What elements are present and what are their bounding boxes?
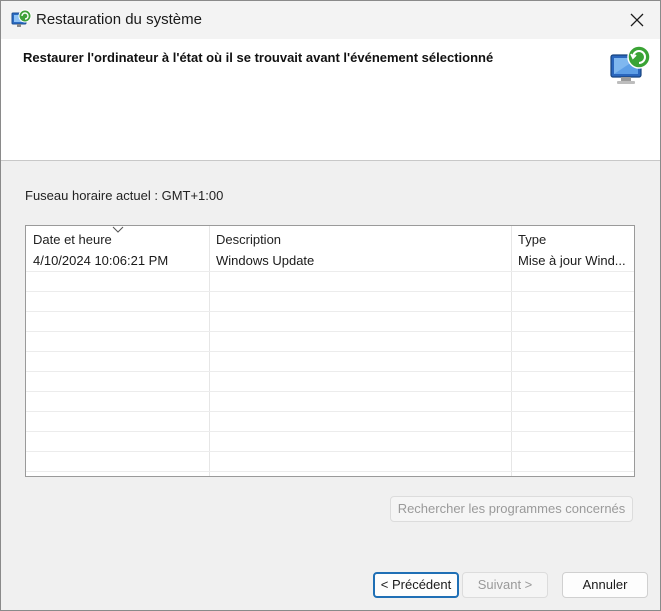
system-restore-monitor-icon xyxy=(610,45,651,84)
row-divider xyxy=(26,471,634,472)
row-divider xyxy=(26,411,634,412)
row-divider xyxy=(26,451,634,452)
cancel-button[interactable]: Annuler xyxy=(562,572,648,598)
page-heading: Restaurer l'ordinateur à l'état où il se… xyxy=(23,50,494,65)
row-divider xyxy=(26,371,634,372)
row-divider xyxy=(26,351,634,352)
next-button[interactable]: Suivant > xyxy=(462,572,548,598)
column-header-description[interactable]: Description xyxy=(209,226,511,251)
system-restore-icon xyxy=(11,9,32,27)
row-divider xyxy=(26,431,634,432)
close-icon xyxy=(630,13,644,27)
cell-type: Mise à jour Wind... xyxy=(518,253,626,268)
title-bar: Restauration du système xyxy=(1,1,660,39)
timezone-label: Fuseau horaire actuel : GMT+1:00 xyxy=(25,188,224,203)
restore-points-list[interactable]: Date et heure Description Type 4/10/2024… xyxy=(25,225,635,477)
cell-date: 4/10/2024 10:06:21 PM xyxy=(33,253,169,268)
system-restore-window: Restauration du système Restaurer l'ordi… xyxy=(0,0,661,611)
row-divider xyxy=(26,391,634,392)
header-panel: Restaurer l'ordinateur à l'état où il se… xyxy=(1,39,660,161)
row-divider xyxy=(26,291,634,292)
close-button[interactable] xyxy=(614,1,660,39)
column-header-type[interactable]: Type xyxy=(511,226,634,251)
row-divider xyxy=(26,331,634,332)
row-divider xyxy=(26,311,634,312)
column-header-date[interactable]: Date et heure xyxy=(26,226,209,251)
cell-description: Windows Update xyxy=(216,253,315,268)
scan-affected-programs-button[interactable]: Rechercher les programmes concernés xyxy=(390,496,633,522)
previous-button[interactable]: < Précédent xyxy=(373,572,459,598)
row-divider xyxy=(26,271,634,272)
window-title: Restauration du système xyxy=(36,11,202,28)
